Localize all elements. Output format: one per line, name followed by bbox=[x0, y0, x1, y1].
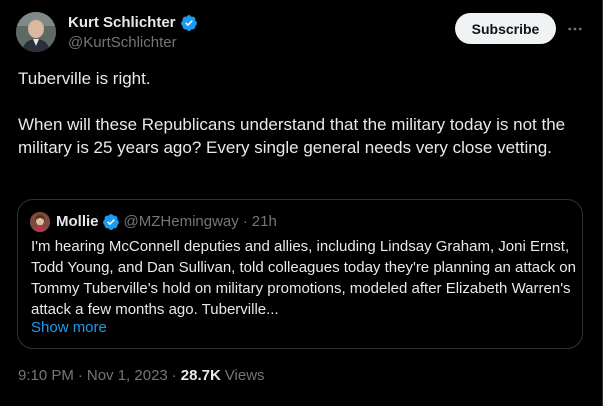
quoted-author-handle: @MZHemingway bbox=[123, 213, 239, 230]
meta-separator: · bbox=[77, 367, 83, 384]
tweet-meta: 9:10 PM · Nov 1, 2023 · 28.7K Views bbox=[18, 366, 265, 386]
meta-separator: · bbox=[171, 367, 177, 384]
author-name[interactable]: Kurt Schlichter bbox=[68, 14, 176, 32]
author-photo bbox=[16, 12, 56, 52]
verified-badge-icon[interactable] bbox=[180, 14, 198, 32]
views-count[interactable]: 28.7K bbox=[181, 366, 221, 386]
more-horizontal-icon[interactable] bbox=[566, 20, 584, 38]
tweet-text-line2: When will these Republicans understand t… bbox=[18, 115, 566, 157]
quoted-author-photo bbox=[30, 212, 50, 232]
author-avatar[interactable] bbox=[16, 12, 56, 52]
tweet-text-line1: Tuberville is right. bbox=[18, 69, 151, 88]
author-handle[interactable]: @KurtSchlichter bbox=[68, 34, 177, 52]
quoted-verified-badge-icon bbox=[102, 214, 119, 230]
quoted-timestamp: 21h bbox=[251, 213, 277, 230]
subscribe-button[interactable]: Subscribe bbox=[455, 13, 556, 44]
tweet-text: Tuberville is right. When will these Rep… bbox=[18, 67, 588, 159]
quoted-separator: · bbox=[242, 213, 248, 230]
quoted-header: Mollie @MZHemingway · 21h bbox=[56, 213, 277, 231]
author-name-row: Kurt Schlichter bbox=[68, 14, 198, 32]
quoted-author-name[interactable]: Mollie bbox=[56, 213, 99, 231]
quoted-tweet-text: I'm hearing McConnell deputies and allie… bbox=[31, 238, 576, 318]
quoted-author-avatar[interactable] bbox=[30, 212, 50, 232]
quoted-tweet[interactable]: Mollie @MZHemingway · 21h I'm hearing Mc… bbox=[17, 199, 583, 349]
tweet-time[interactable]: 9:10 PM bbox=[18, 366, 74, 386]
show-more-link[interactable]: Show more bbox=[31, 317, 107, 338]
tweet-date[interactable]: Nov 1, 2023 bbox=[87, 366, 168, 386]
tweet: Kurt Schlichter @KurtSchlichter Subscrib… bbox=[0, 0, 603, 406]
views-label: Views bbox=[224, 367, 265, 384]
